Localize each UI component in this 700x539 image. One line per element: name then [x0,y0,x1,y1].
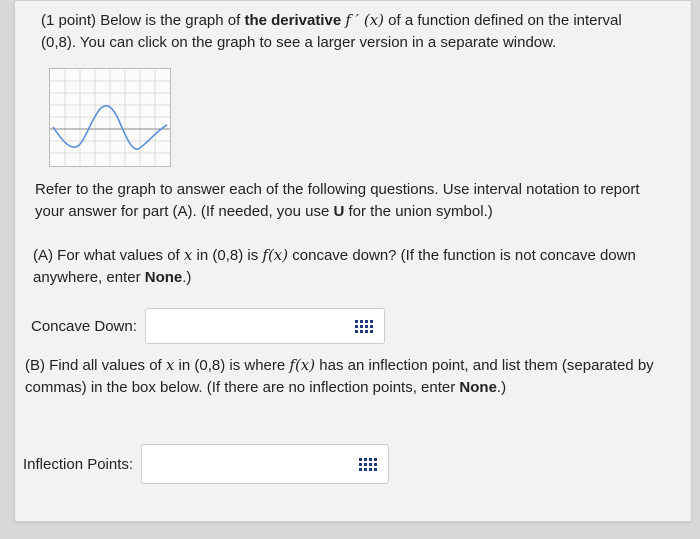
none-keyword: None [459,379,497,396]
keyboard-icon[interactable] [354,319,374,333]
intro-bold-text: the derivative [244,12,342,29]
problem-intro: (1 point) Below is the graph of the deri… [41,9,651,54]
instructions-text: Refer to the graph to answer each of the… [35,179,665,223]
derivative-graph-thumbnail[interactable] [49,68,171,167]
inflection-points-field-wrapper [141,444,390,484]
refer-text-2: for the union symbol.) [344,203,493,220]
part-a-question: (A) For what values of x in (0,8) is f(x… [33,244,653,289]
keyboard-icon[interactable] [358,457,378,471]
part-b-question: (B) Find all values of x in (0,8) is whe… [25,354,665,399]
fx-expression: f(x) [289,356,316,374]
intro-text: (1 point) Below is the graph of [41,12,245,29]
none-keyword: None [144,269,183,286]
inflection-points-input[interactable] [142,445,359,483]
problem-card: (1 point) Below is the graph of the deri… [14,0,692,522]
part-a-text-2: in (0,8) is [192,247,263,264]
fprime-expression: f ′ (x) [345,11,385,29]
part-b-text: (B) Find all values of [25,357,166,374]
concave-down-input[interactable] [145,309,362,343]
concave-down-row: Concave Down: [31,308,385,344]
concave-down-field-wrapper [144,308,385,344]
part-b-text-4: .) [496,379,507,396]
part-a-text: (A) For what values of [33,247,184,264]
graph-svg [50,69,170,166]
part-a-text-4: .) [182,269,192,286]
concave-down-label: Concave Down: [31,317,137,335]
union-symbol-text: U [333,203,345,220]
inflection-points-row: Inflection Points: [23,444,390,484]
inflection-points-label: Inflection Points: [23,455,134,473]
fx-expression: f(x) [262,246,289,264]
part-b-text-2: in (0,8) is where [174,357,290,374]
